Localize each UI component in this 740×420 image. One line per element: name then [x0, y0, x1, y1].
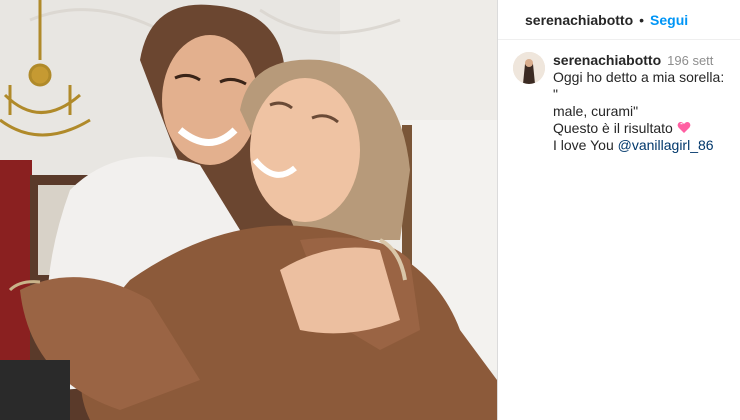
- caption-line-1: Oggi ho detto a mia sorella: ": [553, 69, 729, 102]
- caption-username[interactable]: serenachiabotto: [553, 52, 661, 68]
- caption-line-3-row: Questo è il risultato: [553, 120, 730, 137]
- follow-button[interactable]: Segui: [650, 12, 688, 28]
- caption-line-3: Questo è il risultato: [553, 120, 673, 136]
- caption-body: serenachiabotto 196 sett Oggi ho detto a …: [553, 52, 730, 154]
- mention-link[interactable]: @vanillagirl_86: [618, 137, 714, 153]
- photo-two-sisters-hugging: [0, 0, 497, 420]
- caption-line-4-row: I love You @vanillagirl_86: [553, 137, 730, 154]
- post-sidebar: serenachiabotto • Segui serenachiabotto 1…: [497, 0, 740, 420]
- header-username[interactable]: serenachiabotto: [525, 12, 633, 28]
- caption-line-2: male, curami": [553, 103, 639, 119]
- caption-comment: serenachiabotto 196 sett Oggi ho detto a …: [498, 40, 740, 154]
- instagram-post: serenachiabotto • Segui serenachiabotto 1…: [0, 0, 740, 420]
- caption-line-4: I love You: [553, 137, 618, 153]
- caption-header-line: serenachiabotto 196 sett: [553, 52, 730, 69]
- post-header: serenachiabotto • Segui: [498, 0, 740, 40]
- avatar[interactable]: [513, 52, 545, 84]
- avatar-image: [513, 52, 545, 84]
- header-separator: •: [639, 11, 645, 28]
- heart-emoji-icon: [677, 122, 691, 133]
- caption-time[interactable]: 196 sett: [667, 53, 713, 68]
- post-photo[interactable]: [0, 0, 497, 420]
